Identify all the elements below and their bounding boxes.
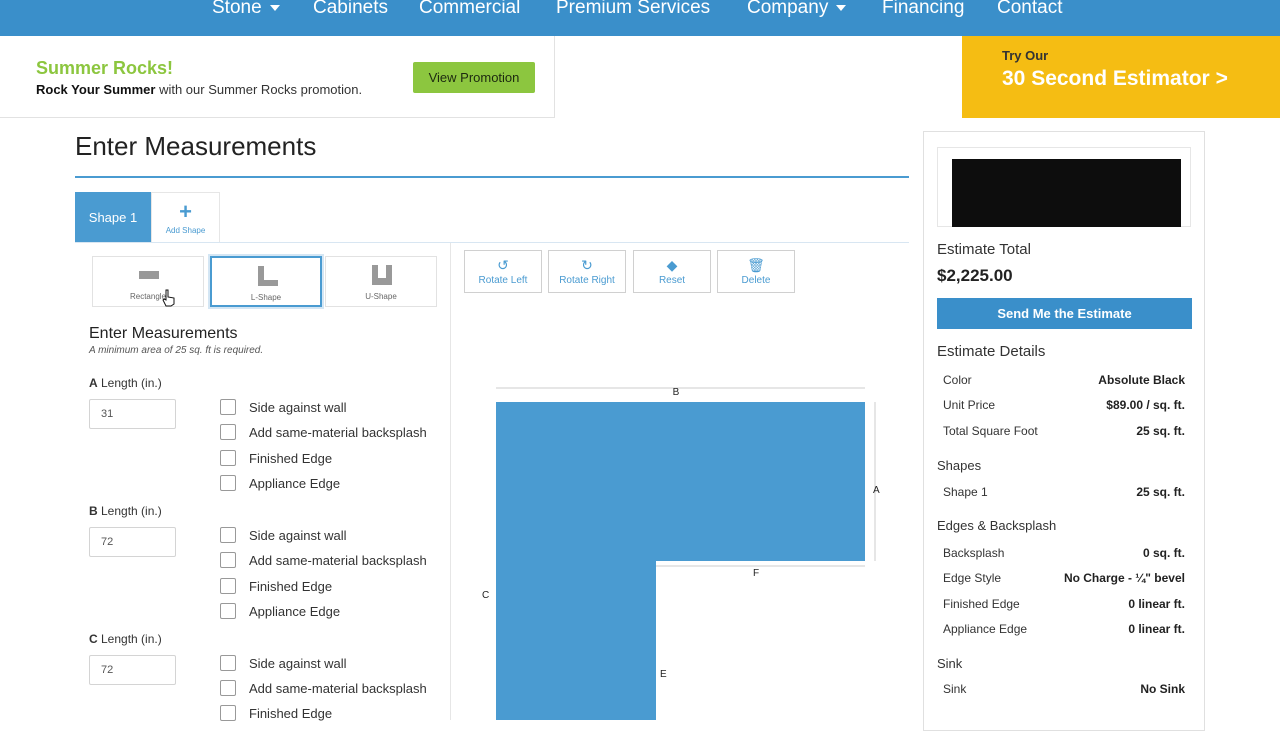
nav-item-premium-services[interactable]: Premium Services bbox=[556, 0, 710, 19]
backsplash-checkbox[interactable] bbox=[220, 680, 236, 696]
appliance-edge-checkbox[interactable] bbox=[220, 475, 236, 491]
reset-button[interactable]: ◆ Reset bbox=[633, 250, 711, 293]
estimator-kicker: Try Our bbox=[1002, 48, 1049, 63]
shape-option-u-shape[interactable]: U-Shape bbox=[325, 256, 437, 307]
heading-divider bbox=[75, 176, 909, 178]
edge-label-f: F bbox=[753, 568, 759, 579]
appliance-edge-label: Appliance Edge bbox=[249, 476, 341, 491]
rotate-left-button[interactable]: ↺ Rotate Left bbox=[464, 250, 542, 293]
nav-item-financing[interactable]: Financing bbox=[882, 0, 964, 19]
length-b-input[interactable]: 72 bbox=[89, 527, 176, 557]
edge-label-c: C bbox=[482, 590, 489, 601]
promo-title: Summer Rocks! bbox=[36, 58, 174, 78]
nav-item-contact[interactable]: Contact bbox=[997, 0, 1062, 19]
backsplash-label: Add same-material backsplash bbox=[249, 425, 427, 440]
side-against-wall-label: Side against wall bbox=[249, 400, 347, 415]
hand-cursor-icon bbox=[162, 289, 175, 307]
add-shape-button[interactable]: + Add Shape bbox=[151, 192, 220, 242]
edge-label-a: A bbox=[873, 485, 880, 496]
shape-option-l-shape[interactable]: L-Shape bbox=[210, 256, 322, 307]
reset-label: Reset bbox=[658, 275, 686, 286]
nav-item-stone[interactable]: Stone bbox=[212, 0, 280, 19]
eraser-icon: ◆ bbox=[666, 257, 678, 273]
l-shape-countertop[interactable] bbox=[496, 402, 865, 720]
send-estimate-button[interactable]: Send Me the Estimate bbox=[937, 298, 1192, 329]
backsplash-label: Add same-material backsplash bbox=[249, 553, 427, 568]
appliance-edge-label: Appliance Edge bbox=[249, 604, 341, 619]
side-against-wall-label: Side against wall bbox=[249, 656, 347, 671]
delete-button[interactable]: 🗑 Delete bbox=[717, 250, 795, 293]
chevron-down-icon bbox=[269, 4, 280, 11]
countertop-diagram: B A C E F bbox=[482, 387, 880, 720]
chevron-down-icon bbox=[836, 4, 847, 11]
u-shape-icon bbox=[372, 265, 392, 285]
estimate-sidebar: Estimate Total $2,225.00 Send Me the Est… bbox=[923, 131, 1205, 731]
finished-edge-checkbox[interactable] bbox=[220, 705, 236, 721]
rectangle-shape-icon bbox=[139, 271, 159, 279]
side-against-wall-checkbox[interactable] bbox=[220, 399, 236, 415]
color-swatch-frame bbox=[937, 147, 1191, 227]
edge-label-b: B bbox=[673, 387, 680, 398]
tab-shape-1[interactable]: Shape 1 bbox=[75, 192, 151, 242]
l-shape-icon bbox=[258, 266, 278, 286]
measurements-title: Enter Measurements bbox=[89, 325, 238, 342]
rotate-right-label: Rotate Right bbox=[559, 275, 615, 286]
backsplash-checkbox[interactable] bbox=[220, 424, 236, 440]
edge-label-e: E bbox=[660, 669, 667, 680]
length-a-label: A Length (in.) bbox=[89, 376, 162, 390]
side-against-wall-checkbox[interactable] bbox=[220, 655, 236, 671]
rotate-left-icon: ↺ bbox=[497, 257, 509, 273]
estimate-total-label: Estimate Total bbox=[937, 241, 1031, 258]
finished-edge-label: Finished Edge bbox=[249, 579, 333, 594]
finished-edge-label: Finished Edge bbox=[249, 706, 333, 721]
nav-item-company[interactable]: Company bbox=[747, 0, 847, 19]
estimate-details-title: Estimate Details bbox=[937, 343, 1046, 360]
length-a-input[interactable]: 31 bbox=[89, 399, 176, 429]
minimum-area-note: A minimum area of 25 sq. ft is required. bbox=[89, 345, 264, 356]
add-shape-label: Add Shape bbox=[165, 226, 206, 235]
trash-icon: 🗑 bbox=[747, 257, 765, 273]
length-c-input[interactable]: 72 bbox=[89, 655, 176, 685]
page-title: Enter Measurements bbox=[75, 131, 317, 161]
side-against-wall-label: Side against wall bbox=[249, 528, 347, 543]
finished-edge-checkbox[interactable] bbox=[220, 450, 236, 466]
finished-edge-checkbox[interactable] bbox=[220, 578, 236, 594]
estimator-link[interactable]: 30 Second Estimator > bbox=[1002, 67, 1228, 91]
panel-divider bbox=[450, 243, 451, 720]
promo-text: Rock Your Summer with our Summer Rocks p… bbox=[36, 82, 363, 97]
promo-banner: Summer Rocks! Rock Your Summer with our … bbox=[0, 36, 555, 118]
shape-option-label: U-Shape bbox=[365, 292, 397, 301]
plus-icon: + bbox=[179, 199, 192, 224]
estimator-banner[interactable]: Try Our 30 Second Estimator > bbox=[962, 36, 1280, 118]
nav-item-commercial[interactable]: Commercial bbox=[419, 0, 520, 19]
length-b-label: B Length (in.) bbox=[89, 504, 162, 518]
rotate-left-label: Rotate Left bbox=[478, 275, 528, 286]
edges-section-title: Edges & Backsplash bbox=[937, 518, 1057, 533]
top-nav: Stone Cabinets Commercial Premium Servic… bbox=[0, 0, 1280, 36]
rotate-right-icon: ↻ bbox=[581, 257, 593, 273]
backsplash-checkbox[interactable] bbox=[220, 552, 236, 568]
side-against-wall-checkbox[interactable] bbox=[220, 527, 236, 543]
view-promotion-button[interactable]: View Promotion bbox=[413, 62, 535, 93]
rotate-right-button[interactable]: ↻ Rotate Right bbox=[548, 250, 626, 293]
sink-section-title: Sink bbox=[937, 656, 963, 671]
length-c-label: C Length (in.) bbox=[89, 632, 162, 646]
tab-divider bbox=[75, 242, 909, 243]
shape-option-rectangle[interactable]: Rectangle bbox=[92, 256, 204, 307]
shapes-section-title: Shapes bbox=[937, 458, 982, 473]
shape-option-label: L-Shape bbox=[250, 293, 282, 302]
appliance-edge-checkbox[interactable] bbox=[220, 603, 236, 619]
backsplash-label: Add same-material backsplash bbox=[249, 681, 427, 696]
shape-option-label: Rectangle bbox=[129, 292, 167, 301]
finished-edge-label: Finished Edge bbox=[249, 451, 333, 466]
delete-label: Delete bbox=[741, 275, 771, 286]
estimate-total-value: $2,225.00 bbox=[937, 266, 1013, 285]
color-swatch bbox=[952, 159, 1181, 227]
nav-item-cabinets[interactable]: Cabinets bbox=[313, 0, 388, 19]
